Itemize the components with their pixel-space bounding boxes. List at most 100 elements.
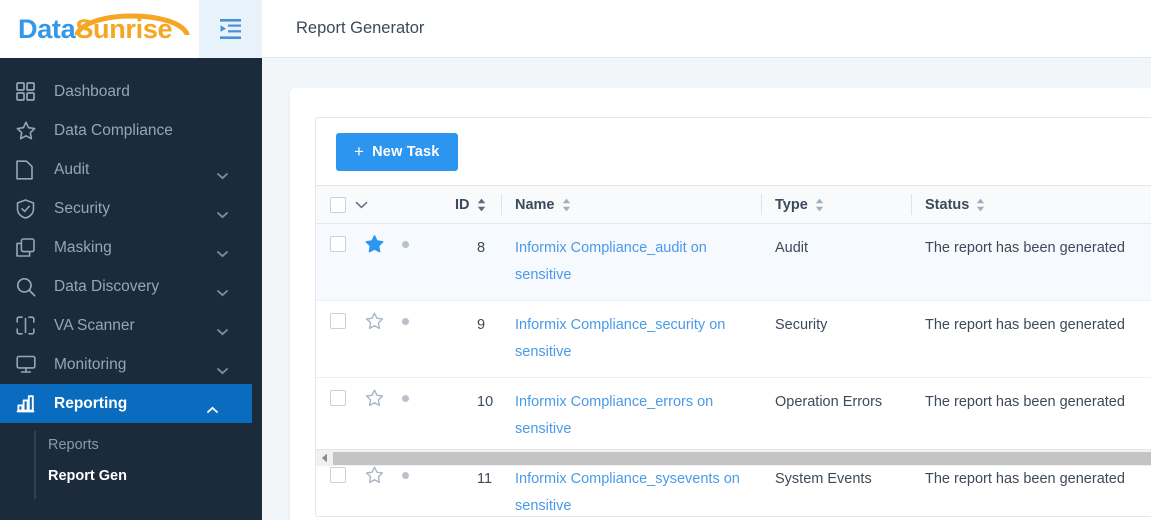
monitor-icon — [16, 353, 46, 377]
row-select-cell — [316, 377, 441, 455]
select-all-checkbox[interactable] — [330, 196, 346, 213]
row-id-cell: 10 — [441, 377, 501, 455]
sidebar-item-label: Dashboard — [54, 82, 130, 100]
brand-logo-sunrise: Sunrise — [75, 13, 173, 44]
chevron-down-icon[interactable] — [217, 361, 228, 374]
sidebar-item-security[interactable]: Security — [0, 189, 262, 228]
star-outline-icon[interactable] — [365, 312, 384, 330]
table-row[interactable]: 9 Informix Compliance_security on sensit… — [316, 300, 1151, 378]
row-name-cell: Informix Compliance_audit on sensitive — [501, 223, 761, 301]
sidebar-subitem-reports[interactable]: Reports — [0, 429, 262, 460]
status-dot — [402, 394, 409, 402]
table-body: 8 Informix Compliance_audit on sensitive… — [316, 223, 1151, 516]
table-scroll-region: ID Name Type Status 8 Informix Complianc… — [316, 185, 1151, 516]
chevron-down-icon[interactable] — [217, 244, 228, 257]
scan-icon — [16, 314, 46, 338]
sidebar-item-dashboard[interactable]: Dashboard — [0, 72, 262, 111]
row-checkbox[interactable] — [330, 390, 346, 406]
new-task-button[interactable]: + New Task — [336, 132, 458, 171]
sort-icon[interactable] — [976, 198, 985, 212]
brand-logo[interactable]: DataSunrise — [18, 13, 190, 45]
row-name-link[interactable]: Informix Compliance_audit on sensitive — [515, 240, 707, 283]
row-type-cell: Operation Errors — [761, 377, 911, 455]
sidebar-item-masking[interactable]: Masking — [0, 228, 262, 267]
row-status-cell: The report has been generated — [911, 377, 1151, 455]
table-toolbar: + New Task — [316, 118, 1151, 185]
table-header-label: Type — [775, 196, 808, 213]
row-select-cell — [316, 223, 441, 301]
table-header-label: Status — [925, 196, 970, 213]
chevron-down-icon[interactable] — [217, 322, 228, 335]
status-dot — [402, 240, 409, 248]
sidebar-item-va-scanner[interactable]: VA Scanner — [0, 306, 262, 345]
logo-area: DataSunrise — [0, 0, 262, 58]
sidebar-item-data-compliance[interactable]: Data Compliance — [0, 111, 262, 150]
app-root: DataSunrise Dashboard Data Compliance Au… — [0, 0, 1151, 520]
row-checkbox[interactable] — [330, 236, 346, 252]
row-checkbox[interactable] — [330, 313, 346, 329]
row-id: 11 — [477, 471, 493, 487]
chevron-down-icon[interactable] — [217, 205, 228, 218]
page-title: Report Generator — [296, 19, 425, 37]
scroll-left-arrow-icon[interactable] — [316, 450, 333, 466]
chevron-down-icon[interactable] — [217, 166, 228, 179]
table-header-name[interactable]: Name — [501, 185, 761, 224]
star-filled-icon[interactable] — [365, 235, 384, 253]
status-dot — [402, 317, 409, 325]
sort-icon[interactable] — [562, 198, 571, 212]
row-status-cell: The report has been generated — [911, 223, 1151, 301]
table-header-id[interactable]: ID — [441, 185, 501, 224]
sidebar-item-audit[interactable]: Audit — [0, 150, 262, 189]
sidebar-item-label: Audit — [54, 160, 90, 178]
row-checkbox[interactable] — [330, 467, 346, 483]
sort-icon[interactable] — [477, 198, 486, 212]
sidebar-item-label: Data Compliance — [54, 121, 173, 139]
star-outline-icon[interactable] — [365, 466, 384, 484]
table-header-type[interactable]: Type — [761, 185, 911, 224]
row-id: 8 — [477, 240, 486, 256]
row-select-cell — [316, 300, 441, 378]
row-status-cell: The report has been generated — [911, 300, 1151, 378]
sidebar-item-reporting[interactable]: Reporting — [0, 384, 252, 423]
top-bar: Report Generator — [262, 0, 1151, 58]
row-name-cell: Informix Compliance_security on sensitiv… — [501, 300, 761, 378]
sidebar-item-data-discovery[interactable]: Data Discovery — [0, 267, 262, 306]
table-header-label: Name — [515, 196, 555, 213]
search-icon — [16, 275, 46, 299]
task-table-panel: + New Task ID Name Type Status 8 Informi… — [315, 117, 1151, 517]
star-icon — [16, 119, 46, 143]
content-card: + New Task ID Name Type Status 8 Informi… — [290, 88, 1151, 520]
row-type-cell: Audit — [761, 223, 911, 301]
collapse-sidebar-icon[interactable] — [199, 0, 262, 58]
sidebar-item-label: VA Scanner — [54, 316, 135, 334]
row-name-link[interactable]: Informix Compliance_security on sensitiv… — [515, 317, 725, 360]
row-name-link[interactable]: Informix Compliance_sysevents on sensiti… — [515, 471, 740, 514]
sidebar-item-label: Security — [54, 199, 110, 217]
row-type-cell: Security — [761, 300, 911, 378]
plus-icon: + — [354, 141, 365, 161]
new-task-button-label: New Task — [372, 143, 440, 160]
table-header-row: ID Name Type Status — [316, 185, 1151, 224]
table-row[interactable]: 10 Informix Compliance_errors on sensiti… — [316, 377, 1151, 455]
sort-icon[interactable] — [815, 198, 824, 212]
chevron-down-icon[interactable] — [355, 201, 368, 209]
scrollbar-thumb[interactable] — [333, 451, 1151, 465]
table-row[interactable]: 8 Informix Compliance_audit on sensitive… — [316, 223, 1151, 301]
table-header-status[interactable]: Status — [911, 185, 1151, 224]
row-id: 10 — [477, 394, 494, 410]
horizontal-scrollbar[interactable] — [316, 449, 1151, 466]
row-name-link[interactable]: Informix Compliance_errors on sensitive — [515, 394, 713, 437]
sidebar-subitem-report-gen[interactable]: Report Gen — [0, 460, 262, 491]
chevron-down-icon[interactable] — [217, 283, 228, 296]
sidebar-subitem-label: Reports — [48, 436, 99, 453]
row-id-cell: 8 — [441, 223, 501, 301]
chevron-up-icon[interactable] — [207, 400, 218, 413]
sidebar-item-label: Reporting — [54, 394, 128, 412]
sidebar-subnav-reporting: Reports Report Gen — [0, 423, 262, 499]
brand-logo-data: Data — [18, 13, 76, 44]
sidebar-item-label: Monitoring — [54, 355, 127, 373]
row-id: 9 — [477, 317, 486, 333]
sidebar-item-monitoring[interactable]: Monitoring — [0, 345, 262, 384]
status-dot — [402, 471, 409, 479]
star-outline-icon[interactable] — [365, 389, 384, 407]
